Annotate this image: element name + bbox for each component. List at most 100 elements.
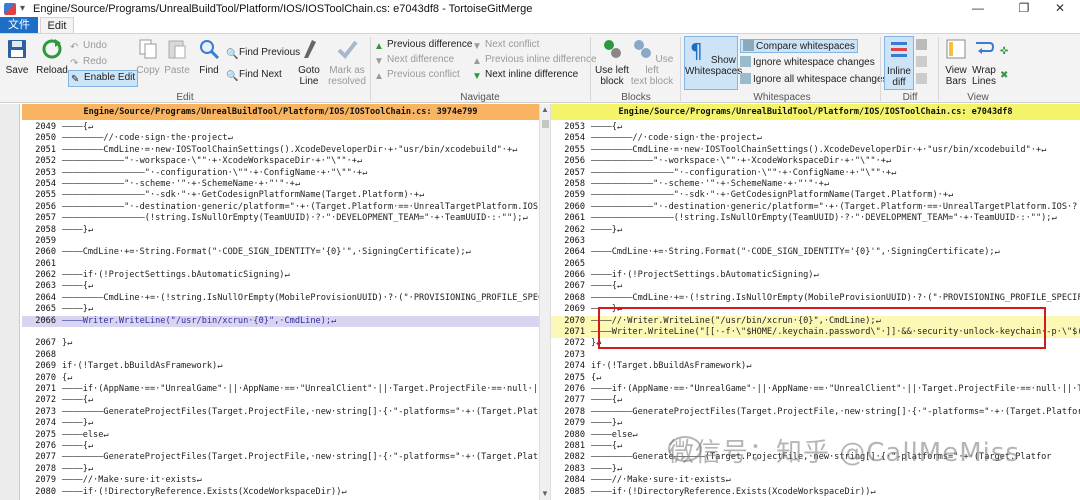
inline-diff-button[interactable]: Inline diff	[884, 36, 914, 90]
code-line[interactable]: 2068	[22, 350, 539, 361]
collapse-icon[interactable]: ✜	[1000, 46, 1008, 57]
maximize-button[interactable]: ❐	[1004, 0, 1044, 17]
code-line[interactable]: 2054 ————————//·code·sign·the·project↵	[551, 133, 1080, 144]
code-line[interactable]: 2053 ————————————————"·-configuration·\""…	[22, 168, 539, 179]
close-button[interactable]: ✕	[1040, 0, 1080, 17]
quick-access-dropdown-icon[interactable]: ▾	[20, 3, 25, 14]
redo-button[interactable]: ↷ Redo	[70, 56, 107, 69]
ignore-whitespace-changes-button[interactable]: Ignore whitespace changes	[740, 56, 875, 68]
code-line[interactable]: 2077 ————{↵	[551, 395, 1080, 406]
code-line[interactable]: 2050 ————————//·code·sign·the·project↵	[22, 133, 539, 144]
undo-button[interactable]: ↶ Undo	[70, 40, 107, 53]
code-line[interactable]: 2068 ————————CmdLine·+=·(!string.IsNullOr…	[551, 293, 1080, 304]
code-line[interactable]: 2074 if·(!Target.bBuildAsFramework)↵	[551, 361, 1080, 372]
code-line[interactable]: 2049 ————{↵	[22, 122, 539, 133]
enable-edit-button[interactable]: ✎ Enable Edit	[68, 70, 139, 87]
code-line[interactable]: 2058 ————————————"·-scheme·'"·+·SchemeNam…	[551, 179, 1080, 190]
previous-difference-button[interactable]: ▲ Previous difference	[374, 39, 472, 52]
copy-button[interactable]: Copy	[134, 38, 162, 76]
code-line[interactable]: 2064 ————————CmdLine·+=·(!string.IsNullOr…	[22, 293, 539, 304]
previous-conflict-button[interactable]: ▲ Previous conflict	[374, 69, 460, 82]
code-line[interactable]: 2055 ————————CmdLine·=·new·IOSToolChainSe…	[551, 145, 1080, 156]
reload-button[interactable]: Reload	[36, 38, 68, 76]
tab-file[interactable]: 文件	[0, 17, 38, 33]
next-inline-difference-button[interactable]: ▼ Next inline difference	[472, 69, 578, 82]
save-button[interactable]: Save	[4, 38, 30, 76]
goto-line-button[interactable]: Goto Line	[296, 38, 322, 87]
code-line[interactable]: 2062 ————if·(!ProjectSettings.bAutomaticS…	[22, 270, 539, 281]
code-line[interactable]: 2051 ————————CmdLine·=·new·IOSToolChainSe…	[22, 145, 539, 156]
code-line[interactable]: 2066 ————Writer.WriteLine("/usr/bin/xcrun…	[22, 315, 539, 328]
code-line[interactable]: 2066 ————if·(!ProjectSettings.bAutomaticS…	[551, 270, 1080, 281]
code-line[interactable]: 2062 ————}↵	[551, 225, 1080, 236]
code-line[interactable]: 2054 ————————————"·-scheme·'"·+·SchemeNam…	[22, 179, 539, 190]
next-conflict-button[interactable]: ▼ Next conflict	[472, 39, 539, 52]
minimize-button[interactable]: —	[958, 0, 998, 17]
find-next-button[interactable]: 🔍Find Next	[226, 69, 282, 82]
scroll-thumb[interactable]	[542, 120, 549, 128]
previous-inline-difference-button[interactable]: ▲ Previous inline difference	[472, 54, 597, 67]
code-line[interactable]: 2057 ————————————————"·-configuration·\""…	[551, 168, 1080, 179]
code-line[interactable]	[22, 327, 539, 339]
code-line[interactable]: 2069 if·(!Target.bBuildAsFramework)↵	[22, 361, 539, 372]
code-line[interactable]: 2055 ————————————————"·-sdk·"·+·GetCodesi…	[22, 190, 539, 201]
code-line[interactable]: 2056 ————————————"·-destination·generic/p…	[22, 202, 539, 213]
code-line[interactable]: 2075 ————else↵	[22, 430, 539, 441]
code-line[interactable]: 2070 {↵	[22, 373, 539, 384]
code-line[interactable]: 2074 ————}↵	[22, 418, 539, 429]
mark-resolved-button[interactable]: Mark as resolved	[326, 38, 368, 87]
code-line[interactable]: 2079 ————}↵	[551, 418, 1080, 429]
code-line[interactable]: 2077 ————————GenerateProjectFiles(Target.…	[22, 452, 539, 463]
code-line[interactable]: 2061 ————————————————(!string.IsNullOrEmp…	[551, 213, 1080, 224]
code-line[interactable]: 2060 ————————————"·-destination·generic/p…	[551, 202, 1080, 213]
show-whitespaces-button[interactable]: ¶ Show Whitespaces	[684, 36, 742, 90]
code-line[interactable]: 2056 ————————————"·-workspace·\""·+·Xcode…	[551, 156, 1080, 167]
left-code-view[interactable]: 2049 ————{↵ 2050 ————————//·code·sign·the·p…	[22, 122, 539, 498]
code-line[interactable]: 2065 ————}↵	[22, 304, 539, 315]
code-line[interactable]: 2073	[551, 350, 1080, 361]
code-line[interactable]: 2053 ————{↵	[551, 122, 1080, 133]
code-line[interactable]: 2061	[22, 259, 539, 270]
char-diff-button[interactable]	[916, 73, 929, 85]
use-left-block-button[interactable]: Use left block	[594, 38, 630, 87]
code-line[interactable]: 2065	[551, 259, 1080, 270]
code-line[interactable]: 2085 ————if·(!DirectoryReference.Exists(X…	[551, 487, 1080, 498]
code-line[interactable]: 2076 ————if·(AppName·==·"UnrealGame"·||·A…	[551, 384, 1080, 395]
find-button[interactable]: Find	[196, 38, 222, 76]
tab-edit[interactable]: Edit	[40, 17, 74, 33]
code-line[interactable]: 2059	[22, 236, 539, 247]
scroll-down-icon[interactable]: ▼	[540, 488, 550, 500]
find-previous-button[interactable]: 🔍Find Previous	[226, 47, 300, 60]
scroll-up-icon[interactable]: ▲	[540, 104, 550, 116]
code-line[interactable]: 2080 ————if·(!DirectoryReference.Exists(X…	[22, 487, 539, 498]
code-line[interactable]: 2059 ————————————————"·-sdk·"·+·GetCodesi…	[551, 190, 1080, 201]
paste-button[interactable]: Paste	[163, 38, 191, 76]
code-line[interactable]: 2084 ————//·Make·sure·it·exists↵	[551, 475, 1080, 486]
code-line[interactable]: 2078 ————————GenerateProjectFiles(Target.…	[551, 407, 1080, 418]
code-line[interactable]: 2073 ————————GenerateProjectFiles(Target.…	[22, 407, 539, 418]
next-difference-button[interactable]: ▼ Next difference	[374, 54, 454, 67]
view-bars-button[interactable]: View Bars	[942, 38, 970, 87]
code-line[interactable]: 2052 ————————————"·-workspace·\""·+·Xcode…	[22, 156, 539, 167]
left-diff-pane[interactable]: Engine/Source/Programs/UnrealBuildTool/P…	[22, 104, 539, 500]
code-line[interactable]: 2071 ————if·(AppName·==·"UnrealGame"·||·A…	[22, 384, 539, 395]
code-line[interactable]: 2064 ————CmdLine·+=·String.Format("·CODE_…	[551, 247, 1080, 258]
code-line[interactable]: 2063	[551, 236, 1080, 247]
code-line[interactable]: 2072 ————{↵	[22, 395, 539, 406]
code-line[interactable]: 2058 ————}↵	[22, 225, 539, 236]
wrap-lines-button[interactable]: Wrap Lines	[970, 38, 998, 87]
code-line[interactable]: 2060 ————CmdLine·+=·String.Format("·CODE_…	[22, 247, 539, 258]
compare-whitespaces-button[interactable]: Compare whitespaces	[740, 39, 858, 53]
locator-bar[interactable]	[0, 104, 20, 500]
code-line[interactable]: 2075 {↵	[551, 373, 1080, 384]
code-line[interactable]: 2078 ————}↵	[22, 464, 539, 475]
code-line[interactable]: 2067 ————{↵	[551, 281, 1080, 292]
expand-icon[interactable]: ✖	[1000, 70, 1008, 81]
use-left-text-block-button[interactable]: Use left text block	[630, 38, 674, 87]
word-diff-button[interactable]	[916, 39, 929, 51]
ignore-all-whitespace-changes-button[interactable]: Ignore all whitespace changes	[740, 73, 888, 85]
code-line[interactable]: 2057 ————————————————(!string.IsNullOrEmp…	[22, 213, 539, 224]
code-line[interactable]: 2067}↵	[22, 338, 539, 349]
line-diff-button[interactable]	[916, 56, 929, 68]
code-line[interactable]: 2076 ————{↵	[22, 441, 539, 452]
